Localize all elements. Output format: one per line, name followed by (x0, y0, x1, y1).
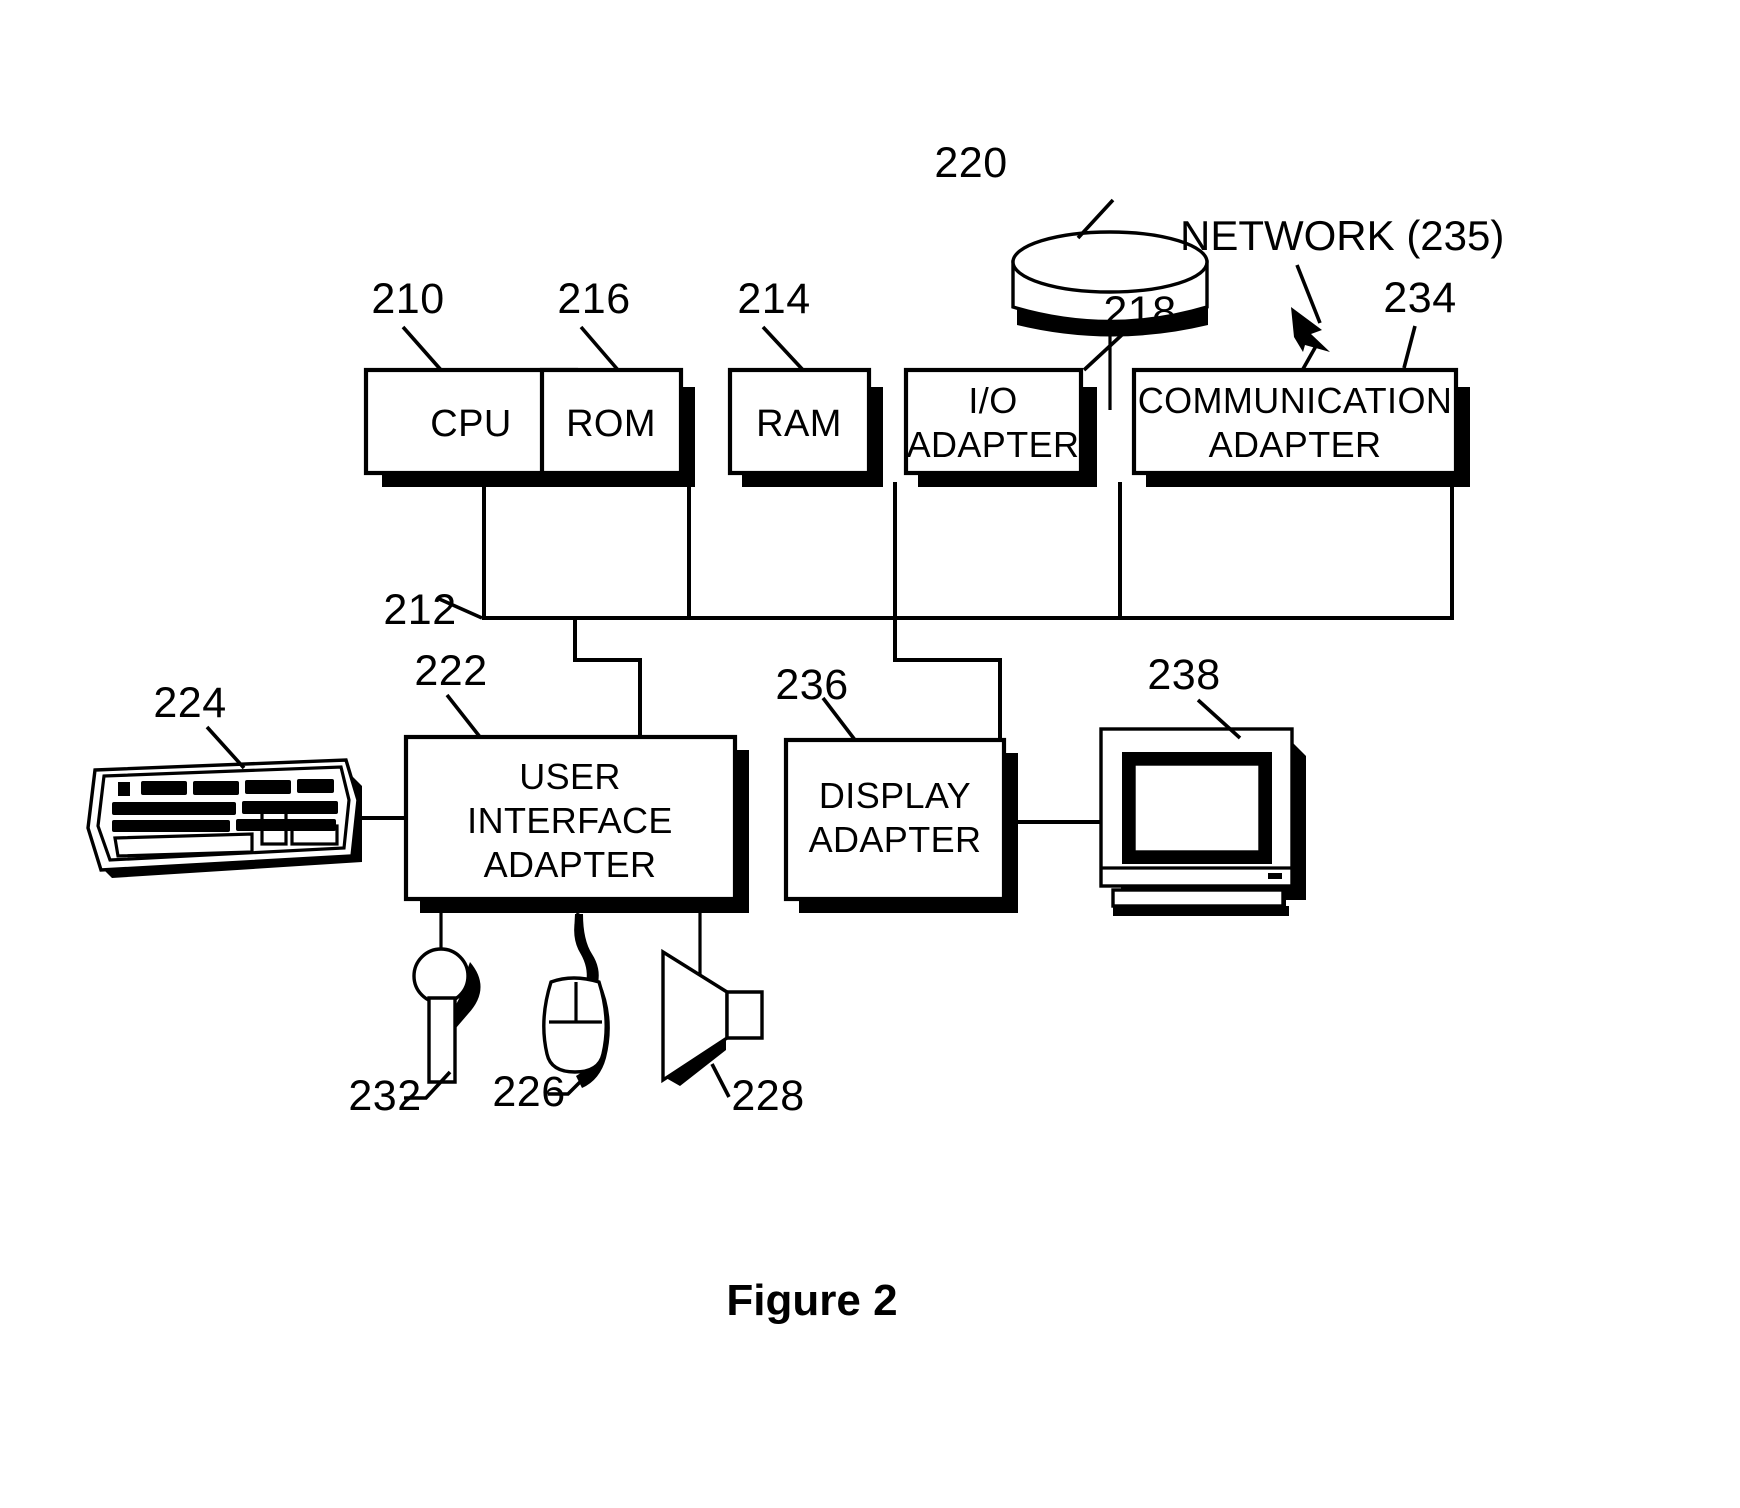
block-communication-adapter-label-line1: COMMUNICATION (1138, 380, 1453, 421)
block-uia-label-line2: INTERFACE (467, 800, 673, 841)
display-monitor-icon (1099, 698, 1306, 916)
block-communication-adapter-label-line2: ADAPTER (1209, 424, 1382, 465)
block-display-adapter-label-line1: DISPLAY (819, 775, 971, 816)
block-display-adapter-label-line2: ADAPTER (809, 819, 982, 860)
speaker-icon (661, 913, 764, 1098)
keyboard-icon (86, 725, 362, 878)
ref-210-cpu: 210 (371, 275, 444, 323)
ref-220-disk: 220 (934, 139, 1007, 187)
figure-caption: Figure 2 (726, 1276, 897, 1325)
ref-218-io-adapter: 218 (1103, 288, 1176, 336)
mouse-icon (542, 912, 610, 1096)
block-io-adapter-label-line2: ADAPTER (907, 424, 1080, 465)
ref-214-ram: 214 (737, 275, 810, 323)
block-uia-label-line1: USER (519, 756, 621, 797)
ref-228-speaker: 228 (731, 1072, 804, 1120)
network-label: NETWORK (235) (1180, 212, 1504, 259)
ref-234-communication-adapter: 234 (1383, 274, 1456, 322)
block-ram-label: RAM (756, 403, 842, 445)
block-rom-label: ROM (566, 403, 656, 445)
ref-212-bus: 212 (383, 586, 456, 634)
microphone-icon (404, 913, 481, 1100)
figure-canvas: CPU ROM RAM I/O ADAPTER COMMUNICATION AD… (86, 139, 1504, 1325)
network-lightning-icon (1291, 264, 1330, 370)
ref-216-rom: 216 (557, 275, 630, 323)
ref-232-microphone: 232 (348, 1072, 421, 1120)
block-io-adapter-label-line1: I/O (968, 380, 1017, 421)
ref-236-display-adapter: 236 (775, 661, 848, 709)
block-uia-label-line3: ADAPTER (484, 844, 657, 885)
ref-222-uia: 222 (414, 647, 487, 695)
ref-238-monitor: 238 (1147, 651, 1220, 699)
ref-224-keyboard: 224 (153, 679, 226, 727)
patent-figure-2: CPU ROM RAM I/O ADAPTER COMMUNICATION AD… (0, 0, 1740, 1508)
ref-226-mouse: 226 (492, 1068, 565, 1116)
block-cpu-label: CPU (430, 403, 511, 445)
